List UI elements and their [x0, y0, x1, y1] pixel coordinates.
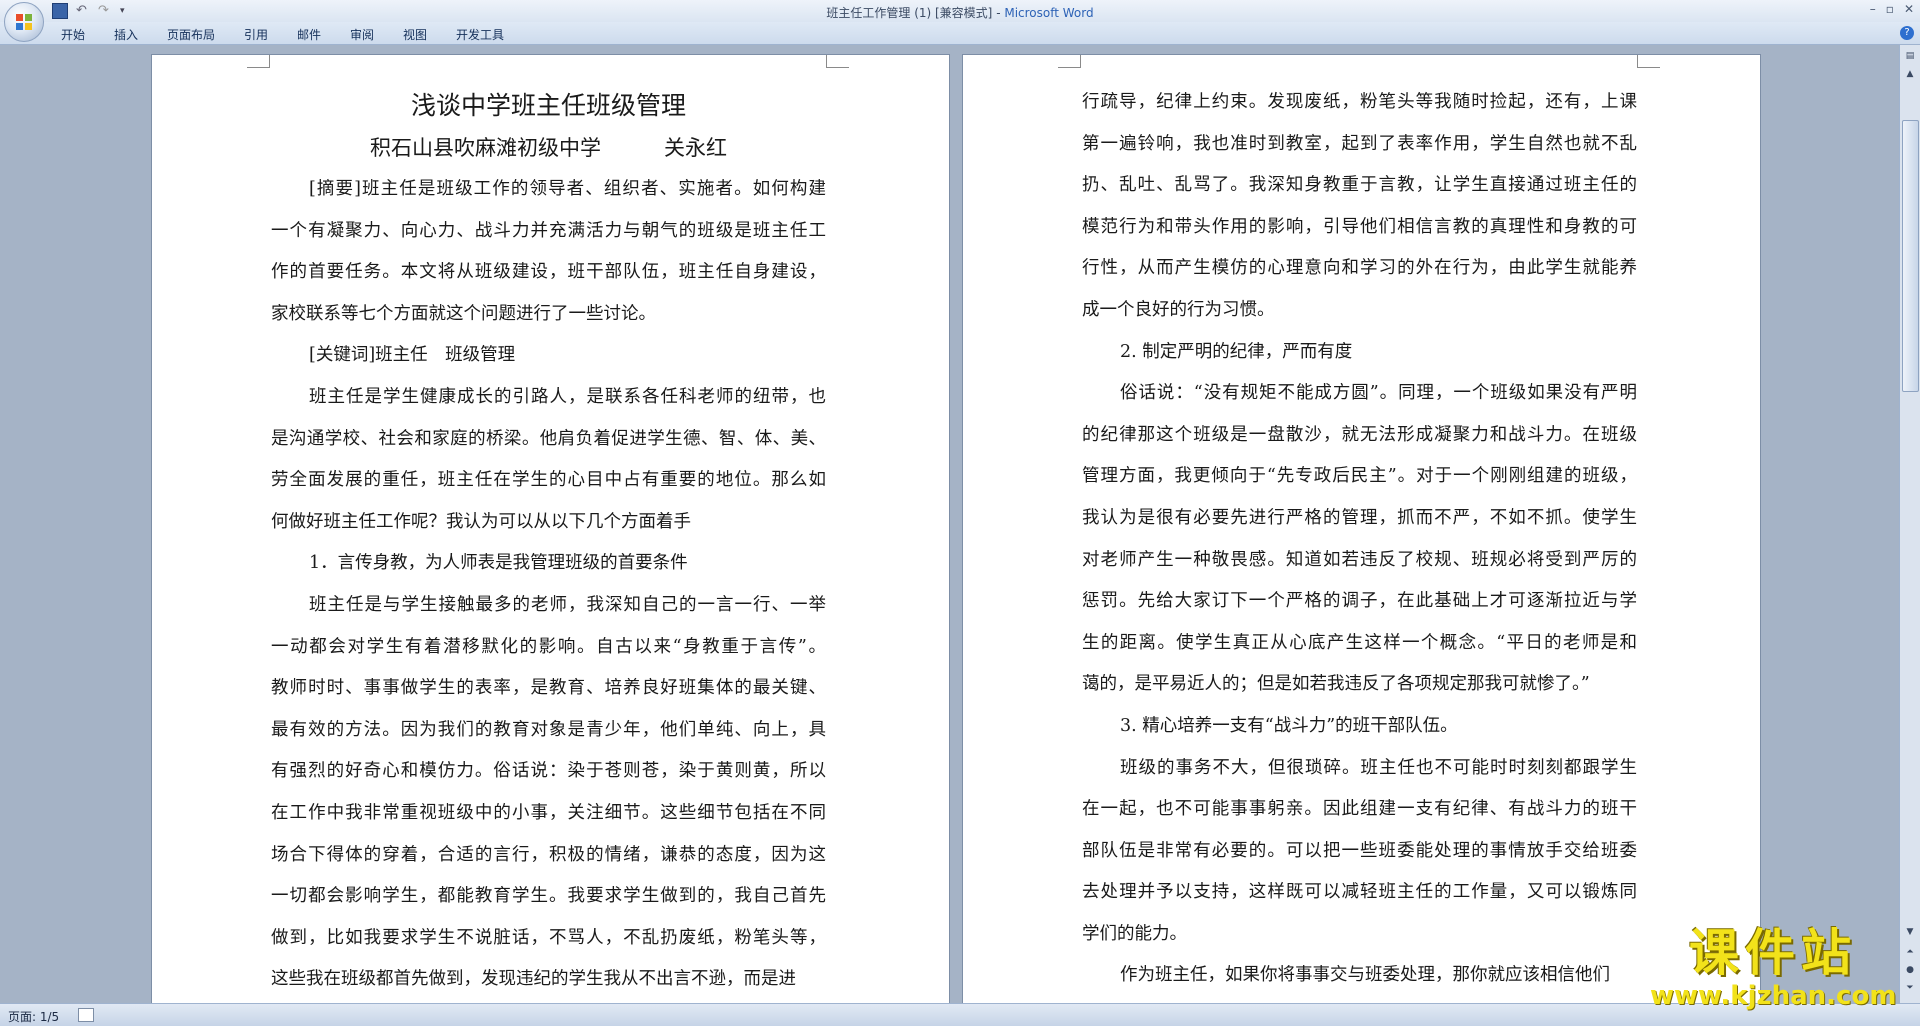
text-line: 一个有凝聚力、向心力、战斗力并充满活力与朝气的班级是班主任工: [271, 220, 826, 241]
page-1-text[interactable]: 浅谈中学班主任班级管理 积石山县吹麻滩初级中学 关永红 [摘要]班主任是班级工作…: [271, 85, 826, 1001]
page-2[interactable]: 行疏导，纪律上约束。发现废纸，粉笔头等我随时捡起，还有，上课 第一遍铃响，我也准时…: [963, 55, 1760, 1003]
page-2-text[interactable]: 行疏导，纪律上约束。发现废纸，粉笔头等我随时捡起，还有，上课 第一遍铃响，我也准时…: [1082, 82, 1637, 997]
page-number-status[interactable]: 页面: 1/5: [8, 1008, 59, 1025]
macro-record-icon[interactable]: [78, 1008, 94, 1022]
text-line: 这些我在班级都首先做到，发现违纪的学生我从不出言不逊，而是进: [271, 969, 796, 990]
document-author: 积石山县吹麻滩初级中学 关永红: [370, 136, 727, 160]
text-line: 2. 制定严明的纪律，严而有度: [1120, 341, 1353, 362]
office-logo-icon: [16, 14, 32, 30]
text-line: 对老师产生一种敬畏感。知道如若违反了校规、班规必将受到严厉的: [1082, 549, 1637, 570]
tab-insert[interactable]: 插入: [114, 26, 138, 43]
window-controls: – ▫ ✕: [1870, 2, 1914, 16]
text-line: 有强烈的好奇心和模仿力。俗话说：染于苍则苍，染于黄则黄，所以: [271, 761, 826, 782]
text-line: 班主任是学生健康成长的引路人，是联系各任科老师的纽带，也: [309, 386, 826, 407]
app-name: Microsoft Word: [1004, 6, 1094, 20]
previous-page-icon[interactable]: ⏶: [1903, 945, 1917, 959]
tab-references[interactable]: 引用: [244, 26, 268, 43]
site-watermark: 课件站 www.kjzhan.com: [1650, 925, 1896, 1011]
page-corner-mark: [247, 55, 270, 68]
page-corner-mark: [1058, 55, 1081, 68]
text-line: 惩罚。先给大家订下一个严格的调子，在此基础上才可逐渐拉近与学: [1082, 591, 1637, 612]
text-line: 何做好班主任工作呢？我认为可以从以下几个方面着手: [271, 511, 691, 532]
text-line: 部队伍是非常有必要的。可以把一些班委能处理的事情放手交给班委: [1082, 840, 1637, 861]
text-line: 教师时时、事事做学生的表率，是教育、培养良好班集体的最关键、: [271, 678, 826, 699]
page-corner-mark: [1637, 55, 1660, 68]
text-line: 生的距离。使学生真正从心底产生这样一个概念。“平日的老师是和: [1082, 632, 1637, 653]
text-line: 在一起，也不可能事事躬亲。因此组建一支有纪律、有战斗力的班干: [1082, 799, 1637, 820]
watermark-url: www.kjzhan.com: [1650, 981, 1897, 1011]
text-line: 在工作中我非常重视班级中的小事，关注细节。这些细节包括在不同: [271, 802, 826, 823]
document-name: 班主任工作管理 (1) [兼容模式]: [826, 6, 993, 20]
title-bar: ↶ ↷ ▾ 班主任工作管理 (1) [兼容模式] - Microsoft Wor…: [0, 0, 1920, 22]
text-line: 行性，从而产生模仿的心理意向和学习的外在行为，由此学生就能养: [1082, 258, 1637, 279]
text-line: 1．言传身教，为人师表是我管理班级的首要条件: [309, 553, 688, 574]
text-line: 的纪律那这个班级是一盘散沙，就无法形成凝聚力和战斗力。在班级: [1082, 424, 1637, 445]
text-line: 班级的事务不大，但很琐碎。班主任也不可能时时刻刻都跟学生: [1120, 757, 1637, 778]
close-icon[interactable]: ✕: [1904, 2, 1914, 16]
text-line: 第一遍铃响，我也准时到教室，起到了表率作用，学生自然也就不乱: [1082, 133, 1637, 154]
document-title: 浅谈中学班主任班级管理: [410, 91, 686, 120]
text-line: 家校联系等七个方面就这个问题进行了一些讨论。: [271, 303, 656, 324]
text-line: 俗话说：“没有规矩不能成方圆”。同理，一个班级如果没有严明: [1120, 383, 1637, 404]
text-line: 劳全面发展的重任，班主任在学生的心目中占有重要的地位。那么如: [271, 470, 826, 491]
text-line: 管理方面，我更倾向于“先专政后民主”。对于一个刚刚组建的班级，: [1082, 466, 1637, 487]
title-separator: -: [992, 6, 1005, 20]
text-line: 做到，比如我要求学生不说脏话，不骂人，不乱扔废纸，粉笔头等，: [271, 927, 826, 948]
text-line: 蔼的，是平易近人的；但是如若我违反了各项规定那我可就惨了。”: [1082, 674, 1590, 695]
browse-object-icon[interactable]: ●: [1903, 963, 1917, 977]
text-line: [摘要]班主任是班级工作的领导者、组织者、实施者。如何构建: [309, 179, 826, 199]
ribbon-tabs: 开始 插入 页面布局 引用 邮件 审阅 视图 开发工具 ?: [0, 22, 1920, 45]
scroll-thumb[interactable]: [1902, 120, 1919, 392]
maximize-icon[interactable]: ▫: [1886, 2, 1894, 16]
text-line: 最有效的方法。因为我们的教育对象是青少年，他们单纯、向上，具: [271, 719, 826, 740]
text-line: 行疏导，纪律上约束。发现废纸，粉笔头等我随时捡起，还有，上课: [1082, 92, 1637, 112]
text-line: 班主任是与学生接触最多的老师，我深知自己的一言一行、一举: [309, 594, 826, 615]
status-bar: 页面: 1/5: [0, 1003, 1920, 1026]
scroll-up-icon[interactable]: ▲: [1903, 67, 1917, 81]
text-line: 成一个良好的行为习惯。: [1082, 299, 1275, 320]
tab-mailings[interactable]: 邮件: [297, 26, 321, 43]
text-line: 作为班主任，如果你将事事交与班委处理，那你就应该相信他们: [1120, 965, 1610, 986]
tab-review[interactable]: 审阅: [350, 26, 374, 43]
page-1[interactable]: 浅谈中学班主任班级管理 积石山县吹麻滩初级中学 关永红 [摘要]班主任是班级工作…: [152, 55, 949, 1003]
minimize-icon[interactable]: –: [1870, 2, 1876, 16]
ruler-toggle-icon[interactable]: ▤: [1903, 49, 1917, 63]
help-icon[interactable]: ?: [1900, 26, 1914, 40]
page-2-lines: 行疏导，纪律上约束。发现废纸，粉笔头等我随时捡起，还有，上课 第一遍铃响，我也准时…: [1082, 82, 1637, 997]
text-line: 一切都会影响学生，都能教育学生。我要求学生做到的，我自己首先: [271, 886, 826, 907]
text-line: 去处理并予以支持，这样既可以减轻班主任的工作量，又可以锻炼同: [1082, 882, 1637, 903]
text-line: 模范行为和带头作用的影响，引导他们相信言教的真理性和身教的可: [1082, 216, 1637, 237]
text-line: 场合下得体的穿着，合适的言行，积极的情绪，谦恭的态度，因为这: [271, 844, 826, 865]
tab-view[interactable]: 视图: [403, 26, 427, 43]
text-line: 一动都会对学生有着潜移默化的影响。自古以来“身教重于言传”。: [271, 636, 826, 657]
text-line: 是沟通学校、社会和家庭的桥梁。他肩负着促进学生德、智、体、美、: [271, 428, 826, 449]
text-line: 我认为是很有必要先进行严格的管理，抓而不严，不如不抓。使学生: [1082, 507, 1637, 528]
document-workspace[interactable]: 浅谈中学班主任班级管理 积石山县吹麻滩初级中学 关永红 [摘要]班主任是班级工作…: [0, 45, 1900, 1003]
watermark-text: 课件站: [1689, 924, 1857, 982]
page-1-lines: [摘要]班主任是班级工作的领导者、组织者、实施者。如何构建一个有凝聚力、向心力、…: [271, 169, 826, 1001]
text-line: 3. 精心培养一支有“战斗力”的班干部队伍。: [1120, 715, 1458, 736]
text-line: 扔、乱吐、乱骂了。我深知身教重于言教，让学生直接通过班主任的: [1082, 175, 1637, 196]
text-line: 学们的能力。: [1082, 923, 1187, 944]
tab-developer[interactable]: 开发工具: [456, 26, 504, 43]
office-button[interactable]: [4, 2, 44, 42]
window-title: 班主任工作管理 (1) [兼容模式] - Microsoft Word: [0, 4, 1920, 21]
tab-home[interactable]: 开始: [61, 26, 85, 43]
scroll-down-icon[interactable]: ▼: [1903, 925, 1917, 939]
tab-page-layout[interactable]: 页面布局: [167, 26, 215, 43]
page-corner-mark: [826, 55, 849, 68]
next-page-icon[interactable]: ⏷: [1903, 981, 1917, 995]
vertical-scrollbar[interactable]: ▤ ▲ ▼ ⏶ ● ⏷: [1899, 45, 1920, 1003]
text-line: 作的首要任务。本文将从班级建设，班干部队伍，班主任自身建设，: [271, 262, 826, 283]
text-line: [关键词]班主任 班级管理: [309, 345, 516, 366]
